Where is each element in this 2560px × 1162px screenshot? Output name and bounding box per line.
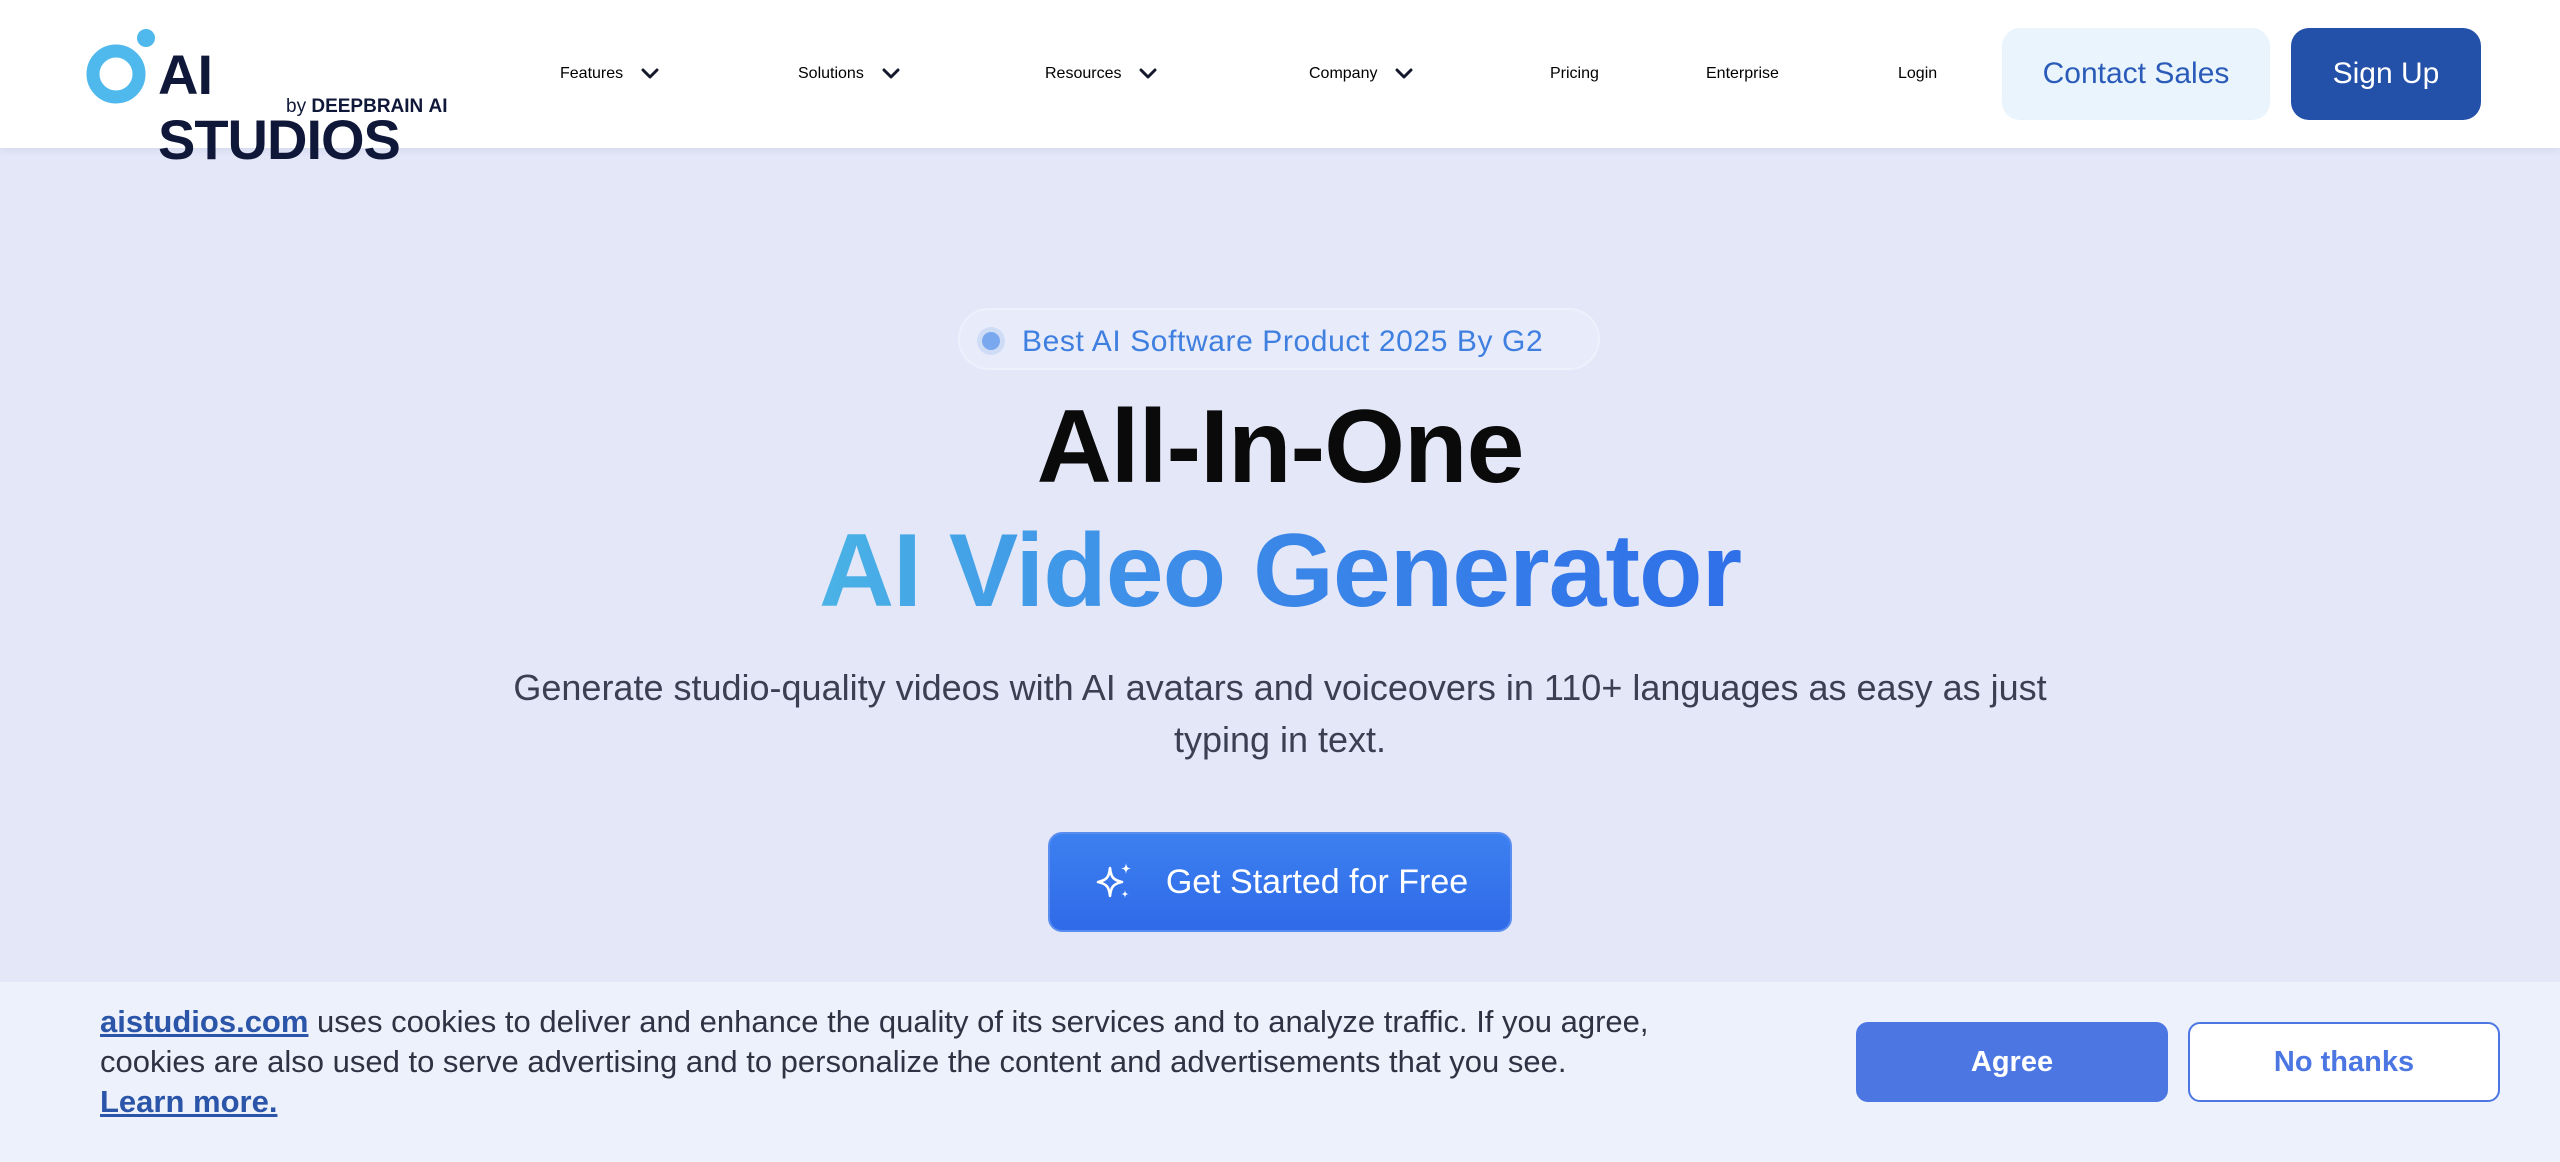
nav-login[interactable]: Login: [1898, 0, 1937, 148]
nav-features-label: Features: [560, 65, 624, 82]
cookie-site-link[interactable]: aistudios.com: [100, 1004, 308, 1039]
sparkle-icon: [1092, 860, 1136, 904]
no-thanks-button[interactable]: No thanks: [2188, 1022, 2500, 1102]
nav-solutions-label: Solutions: [798, 65, 864, 82]
nav-enterprise-label: Enterprise: [1706, 65, 1779, 82]
badge-dot-icon: [982, 332, 1000, 350]
hero-headline-gradient-text: AI Video Generator: [818, 513, 1742, 629]
chevron-down-icon: [641, 68, 659, 80]
contact-sales-button[interactable]: Contact Sales: [2002, 28, 2270, 120]
cookie-message: aistudios.com uses cookies to deliver an…: [100, 1002, 1740, 1122]
site-header: AI STUDIOS by DEEPBRAIN AI Features Solu…: [0, 0, 2560, 171]
nav-resources-label: Resources: [1045, 65, 1122, 82]
chevron-down-icon: [1139, 68, 1157, 80]
hero-headline-line2: AI Video Generator: [0, 512, 2560, 631]
logo-by-text: by: [286, 96, 307, 117]
agree-button[interactable]: Agree: [1856, 1022, 2168, 1102]
hero-headline-line1: All-In-One: [1036, 389, 1525, 505]
logo-byline: by DEEPBRAIN AI: [286, 96, 448, 118]
cookie-message-text: uses cookies to deliver and enhance the …: [100, 1004, 1649, 1079]
cookie-banner: aistudios.com uses cookies to deliver an…: [0, 982, 2560, 1162]
sign-up-button[interactable]: Sign Up: [2291, 28, 2481, 120]
nav-login-label: Login: [1898, 65, 1938, 82]
get-started-button[interactable]: Get Started for Free: [1048, 832, 1512, 932]
nav-company-label: Company: [1309, 65, 1378, 82]
award-badge-text: Best AI Software Product 2025 By G2: [1022, 325, 1544, 358]
nav-features[interactable]: Features: [560, 0, 659, 148]
nav-company[interactable]: Company: [1309, 0, 1413, 148]
nav-enterprise[interactable]: Enterprise: [1706, 0, 1779, 148]
cta-note-partially-hidden: [1040, 950, 1520, 974]
logo-brand-text: DEEPBRAIN: [311, 96, 424, 117]
chevron-down-icon: [1395, 68, 1413, 80]
nav-resources[interactable]: Resources: [1045, 0, 1157, 148]
nav-solutions[interactable]: Solutions: [798, 0, 900, 148]
get-started-label: Get Started for Free: [1165, 862, 1469, 901]
chevron-down-icon: [882, 68, 900, 80]
logo-brand-suffix: AI: [428, 96, 448, 117]
ai-studios-logo[interactable]: AI STUDIOS by DEEPBRAIN AI: [86, 28, 448, 171]
award-badge: Best AI Software Product 2025 By G2: [958, 308, 1600, 370]
nav-pricing-label: Pricing: [1550, 65, 1599, 82]
nav-pricing[interactable]: Pricing: [1550, 0, 1599, 148]
learn-more-link[interactable]: Learn more.: [100, 1084, 277, 1119]
hero-subtitle: Generate studio-quality videos with AI a…: [513, 667, 2047, 760]
logo-mark-icon: [86, 29, 155, 104]
